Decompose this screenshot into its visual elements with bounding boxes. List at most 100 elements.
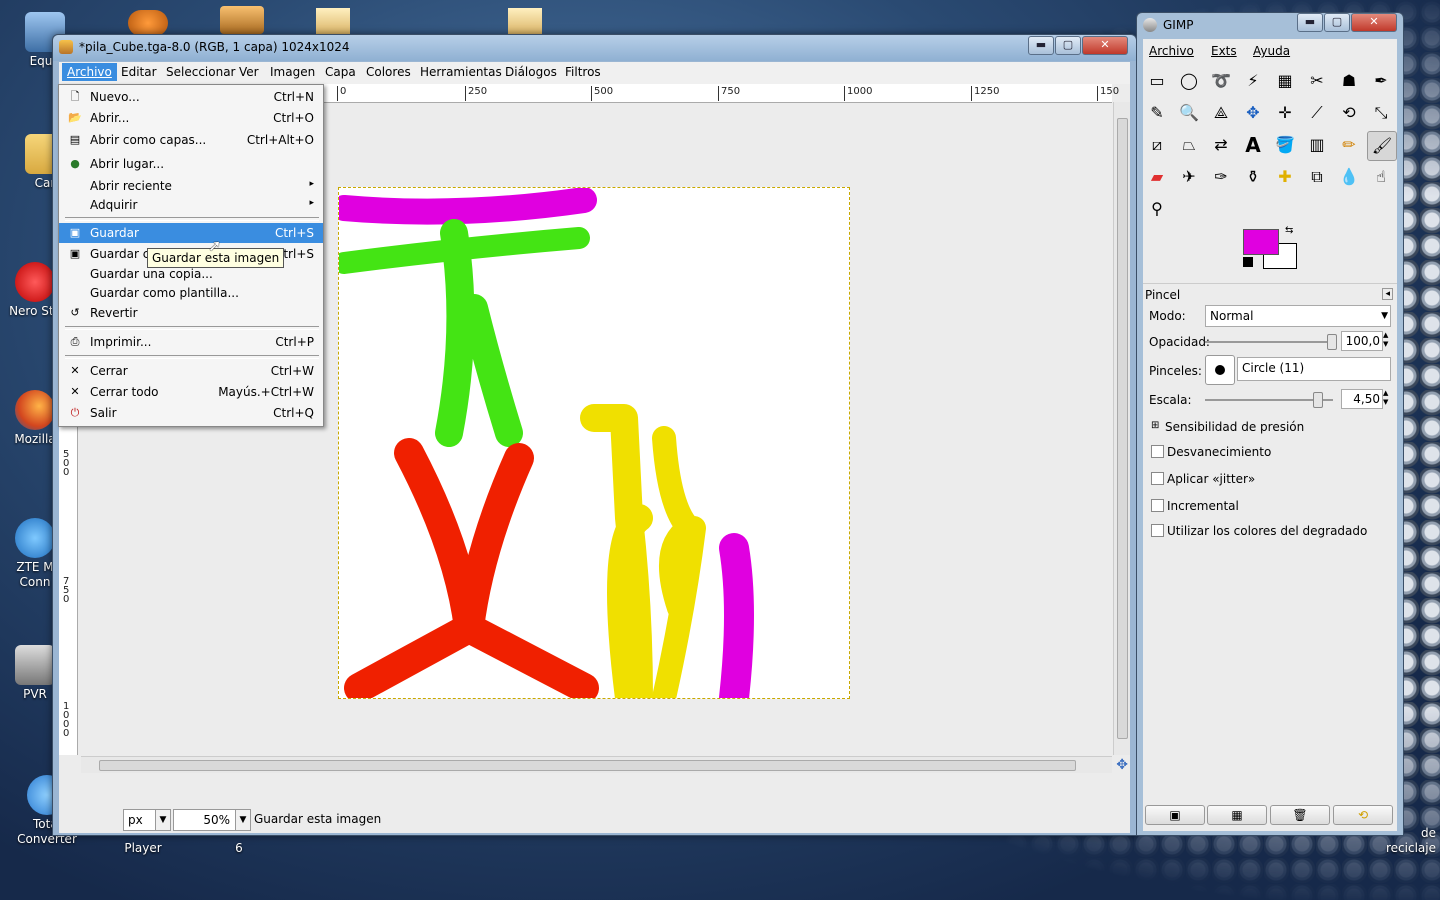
- color-picker-tool-icon[interactable]: ✎: [1143, 99, 1171, 127]
- menu-capa[interactable]: Capa: [325, 65, 356, 79]
- default-colors-icon[interactable]: [1243, 257, 1253, 267]
- pencil-tool-icon[interactable]: ✏: [1335, 131, 1363, 159]
- spin-arrows-icon[interactable]: ▲ ▼: [1383, 389, 1388, 407]
- menu-item-revertir[interactable]: ↺ Revertir: [59, 303, 323, 323]
- menu-colores[interactable]: Colores: [366, 65, 411, 79]
- delete-options-button[interactable]: 🗑: [1270, 805, 1330, 825]
- eraser-tool-icon[interactable]: ▰: [1143, 163, 1171, 191]
- menu-item-imprimir[interactable]: ⎙ Imprimir... Ctrl+P: [59, 332, 323, 352]
- scale-slider-knob[interactable]: [1313, 392, 1323, 408]
- zoom-select[interactable]: 50% ▼: [173, 809, 251, 831]
- desktop-icon-blender[interactable]: [128, 10, 168, 36]
- vertical-scrollbar-thumb[interactable]: [1117, 118, 1128, 739]
- sensibilidad-expander[interactable]: Sensibilidad de presión: [1165, 420, 1304, 434]
- save-options-button[interactable]: ▣: [1145, 805, 1205, 825]
- measure-tool-icon[interactable]: ⟁: [1207, 99, 1235, 127]
- menu-item-abrir-reciente[interactable]: Abrir reciente ▸: [59, 176, 323, 196]
- menu-filtros[interactable]: Filtros: [565, 65, 601, 79]
- reset-options-button[interactable]: ⟲: [1333, 805, 1393, 825]
- desktop-icon-folder-2[interactable]: [316, 8, 350, 36]
- restore-options-button[interactable]: ▦: [1207, 805, 1267, 825]
- foreground-color-swatch[interactable]: [1243, 229, 1279, 255]
- shear-tool-icon[interactable]: ⧄: [1143, 131, 1171, 159]
- fuzzy-select-tool-icon[interactable]: ⚡: [1239, 67, 1267, 95]
- image-canvas[interactable]: [338, 187, 850, 699]
- scale-input[interactable]: 4,50: [1341, 389, 1383, 409]
- ellipse-select-tool-icon[interactable]: ◯: [1175, 67, 1203, 95]
- blur-tool-icon[interactable]: 💧: [1335, 163, 1363, 191]
- menu-item-nuevo[interactable]: 🗋 Nuevo... Ctrl+N: [59, 87, 323, 107]
- color-select-tool-icon[interactable]: ▦: [1271, 67, 1299, 95]
- image-window-titlebar[interactable]: *pila_Cube.tga-8.0 (RGB, 1 capa) 1024x10…: [53, 35, 1136, 61]
- menu-item-guardar[interactable]: ▣ Guardar Ctrl+S: [59, 223, 323, 243]
- desktop-icon-tool[interactable]: [220, 6, 264, 34]
- bucket-fill-tool-icon[interactable]: 🪣: [1271, 131, 1299, 159]
- menu-seleccionar[interactable]: Seleccionar: [166, 65, 235, 79]
- rotate-tool-icon[interactable]: ⟲: [1335, 99, 1363, 127]
- paintbrush-tool-icon[interactable]: 🖌: [1367, 131, 1397, 161]
- menu-archivo[interactable]: Archivo: [62, 63, 117, 81]
- menu-editar[interactable]: Editar: [121, 65, 157, 79]
- maximize-button[interactable]: ▢: [1055, 36, 1081, 55]
- toolbox-menu-ayuda[interactable]: Ayuda: [1253, 44, 1290, 58]
- foreground-select-tool-icon[interactable]: ☗: [1335, 67, 1363, 95]
- navigate-icon[interactable]: ✥: [1116, 757, 1128, 773]
- flip-tool-icon[interactable]: ⇄: [1207, 131, 1235, 159]
- expand-icon[interactable]: ⊞: [1151, 420, 1159, 431]
- zoom-tool-icon[interactable]: 🔍: [1175, 99, 1203, 127]
- unit-select[interactable]: px ▼: [123, 809, 171, 831]
- menu-item-adquirir[interactable]: Adquirir ▸: [59, 195, 323, 215]
- scale-tool-icon[interactable]: ⤡: [1367, 99, 1395, 127]
- horizontal-scrollbar-thumb[interactable]: [99, 760, 1076, 771]
- menu-dialogos[interactable]: Diálogos: [505, 65, 557, 79]
- minimize-button[interactable]: ▬: [1297, 13, 1323, 32]
- move-tool-icon[interactable]: ✥: [1239, 99, 1267, 127]
- toolbox-menu-archivo[interactable]: Archivo: [1149, 44, 1194, 58]
- desktop-icon-folder-3[interactable]: [508, 8, 542, 36]
- opacity-slider-knob[interactable]: [1327, 334, 1337, 350]
- maximize-button[interactable]: ▢: [1324, 13, 1350, 32]
- menu-item-abrir-como-capas[interactable]: ▤ Abrir como capas... Ctrl+Alt+O: [59, 130, 323, 150]
- smudge-tool-icon[interactable]: ☝: [1367, 163, 1395, 191]
- menu-item-cerrar[interactable]: ✕ Cerrar Ctrl+W: [59, 361, 323, 381]
- close-button[interactable]: ✕: [1082, 36, 1128, 55]
- menu-item-abrir-lugar[interactable]: ● Abrir lugar...: [59, 154, 323, 174]
- opacity-input[interactable]: 100,0: [1341, 331, 1383, 351]
- rect-select-tool-icon[interactable]: ▭: [1143, 67, 1171, 95]
- blend-tool-icon[interactable]: ▥: [1303, 131, 1331, 159]
- menu-imagen[interactable]: Imagen: [270, 65, 315, 79]
- text-tool-icon[interactable]: A: [1239, 131, 1267, 159]
- horizontal-scrollbar[interactable]: [81, 756, 1112, 773]
- opacity-slider[interactable]: [1205, 341, 1333, 343]
- vertical-scrollbar[interactable]: [1113, 102, 1130, 755]
- minimize-button[interactable]: ▬: [1028, 36, 1054, 55]
- spin-arrows-icon[interactable]: ▲ ▼: [1383, 331, 1388, 349]
- heal-tool-icon[interactable]: ✚: [1271, 163, 1299, 191]
- menu-herramientas[interactable]: Herramientas: [420, 65, 502, 79]
- menu-item-guardar-plantilla[interactable]: Guardar como plantilla...: [59, 283, 323, 303]
- gradient-colors-checkbox[interactable]: [1151, 524, 1164, 537]
- brush-preview-button[interactable]: [1205, 355, 1235, 385]
- perspective-tool-icon[interactable]: ⏢: [1175, 131, 1203, 159]
- clone-tool-icon[interactable]: ⚱: [1239, 163, 1267, 191]
- menu-item-cerrar-todo[interactable]: ✕ Cerrar todo Mayús.+Ctrl+W: [59, 382, 323, 402]
- perspective-clone-tool-icon[interactable]: ⧉: [1303, 163, 1331, 191]
- align-tool-icon[interactable]: ✛: [1271, 99, 1299, 127]
- ink-tool-icon[interactable]: ✑: [1207, 163, 1235, 191]
- incremental-checkbox[interactable]: [1151, 499, 1164, 512]
- jitter-checkbox[interactable]: [1151, 472, 1164, 485]
- mode-select[interactable]: Normal ▼: [1205, 305, 1391, 327]
- toolbox-menu-exts[interactable]: Exts: [1211, 44, 1237, 58]
- dodge-burn-tool-icon[interactable]: ⚲: [1143, 195, 1171, 223]
- swap-colors-icon[interactable]: ⇆: [1285, 225, 1293, 236]
- menu-item-abrir[interactable]: 📂 Abrir... Ctrl+O: [59, 108, 323, 128]
- brush-name-field[interactable]: Circle (11): [1237, 357, 1391, 381]
- scissors-tool-icon[interactable]: ✂: [1303, 67, 1331, 95]
- desvanecimiento-checkbox[interactable]: [1151, 445, 1164, 458]
- free-select-tool-icon[interactable]: ➰: [1207, 67, 1235, 95]
- paths-tool-icon[interactable]: ✒: [1367, 67, 1395, 95]
- close-button[interactable]: ✕: [1351, 13, 1397, 32]
- crop-tool-icon[interactable]: ⟋: [1303, 99, 1331, 127]
- airbrush-tool-icon[interactable]: ✈: [1175, 163, 1203, 191]
- menu-item-salir[interactable]: ⏻ Salir Ctrl+Q: [59, 403, 323, 423]
